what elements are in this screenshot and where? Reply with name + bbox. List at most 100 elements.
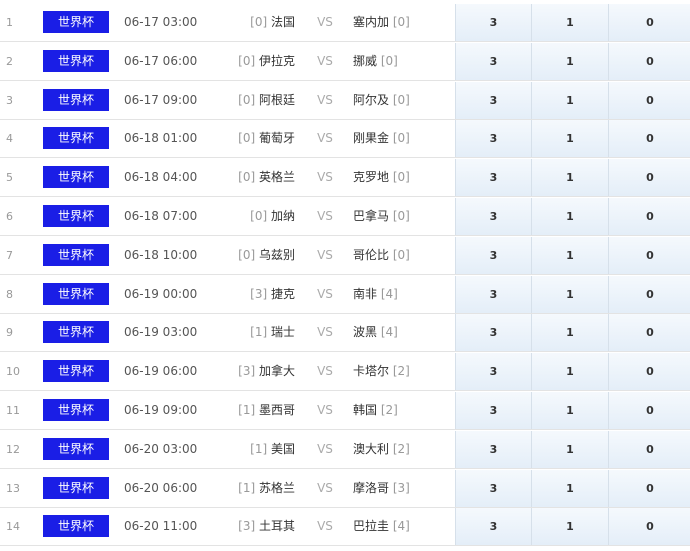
odd-win[interactable]: 3	[455, 314, 531, 352]
odd-lose[interactable]: 0	[608, 236, 690, 274]
vs-label: VS	[317, 15, 333, 29]
odd-draw[interactable]: 1	[531, 81, 608, 119]
match-time: 06-20 03:00	[124, 441, 198, 456]
odd-lose[interactable]: 0	[608, 392, 690, 429]
odd-draw[interactable]: 1	[531, 198, 608, 235]
away-team: 塞内加 [0]	[353, 4, 453, 41]
league-badge[interactable]: 世界杯	[43, 515, 109, 538]
odd-draw[interactable]: 1	[531, 236, 608, 274]
odd-win[interactable]: 3	[455, 508, 531, 546]
league-badge[interactable]: 世界杯	[43, 282, 109, 305]
odd-lose[interactable]: 0	[608, 275, 690, 313]
league-badge[interactable]: 世界杯	[43, 321, 109, 344]
vs-label: VS	[317, 441, 333, 456]
odd-win[interactable]: 3	[455, 469, 531, 507]
odd-win[interactable]: 3	[455, 4, 531, 41]
vs-label: VS	[317, 131, 333, 146]
home-team-name: 伊拉克	[258, 53, 295, 68]
home-team-name: 葡萄牙	[258, 131, 295, 146]
match-row: 13 世界杯 06-20 06:00 [1] 苏格兰 VS 摩洛哥 [3] 3 1 0	[0, 469, 690, 508]
away-team: 韩国 [2]	[353, 392, 453, 429]
odd-lose[interactable]: 0	[608, 81, 690, 119]
odd-win[interactable]: 3	[455, 275, 531, 313]
match-time: 06-19 09:00	[124, 403, 198, 417]
odd-lose[interactable]: 0	[608, 430, 690, 468]
odd-draw[interactable]: 1	[531, 275, 608, 313]
match-row: 11 世界杯 06-19 09:00 [1] 墨西哥 VS 韩国 [2] 3 1 0	[0, 392, 690, 430]
home-rank: [1]	[250, 325, 268, 340]
league-badge[interactable]: 世界杯	[43, 127, 109, 150]
match-row: 1 世界杯 06-17 03:00 [0] 法国 VS 塞内加 [0] 3 1 0	[0, 4, 690, 42]
home-rank: [0]	[238, 247, 256, 262]
league-badge[interactable]: 世界杯	[43, 360, 109, 383]
away-rank: [0]	[392, 92, 410, 107]
odd-draw[interactable]: 1	[531, 430, 608, 468]
home-team-name: 加纳	[270, 209, 295, 223]
odd-lose[interactable]: 0	[608, 4, 690, 41]
odd-draw[interactable]: 1	[531, 353, 608, 391]
away-team: 刚果金 [0]	[353, 120, 453, 157]
league-badge[interactable]: 世界杯	[43, 205, 109, 227]
league-badge[interactable]: 世界杯	[43, 399, 109, 421]
odd-draw[interactable]: 1	[531, 314, 608, 352]
odd-lose[interactable]: 0	[608, 120, 690, 158]
row-index: 6	[6, 210, 13, 223]
away-team-name: 摩洛哥	[353, 480, 390, 495]
league-badge[interactable]: 世界杯	[43, 476, 109, 499]
odd-lose[interactable]: 0	[608, 314, 690, 352]
odd-win[interactable]: 3	[455, 353, 531, 391]
odd-win[interactable]: 3	[455, 42, 531, 80]
odd-draw[interactable]: 1	[531, 42, 608, 80]
match-time: 06-17 03:00	[124, 15, 198, 29]
home-rank: [0]	[238, 53, 256, 68]
odd-win[interactable]: 3	[455, 236, 531, 274]
home-team: [0] 伊拉克	[205, 43, 295, 80]
league-badge[interactable]: 世界杯	[43, 49, 109, 72]
odd-lose[interactable]: 0	[608, 469, 690, 507]
home-team-name: 法国	[270, 15, 295, 29]
away-team: 澳大利 [2]	[353, 431, 453, 468]
odd-win[interactable]: 3	[455, 430, 531, 468]
away-rank: [2]	[392, 441, 410, 456]
odd-lose[interactable]: 0	[608, 353, 690, 391]
odd-draw[interactable]: 1	[531, 392, 608, 429]
odd-lose[interactable]: 0	[608, 42, 690, 80]
odd-lose[interactable]: 0	[608, 159, 690, 197]
row-index: 11	[6, 404, 20, 417]
away-team: 克罗地 [0]	[353, 159, 453, 196]
home-team-name: 乌兹别	[258, 247, 295, 262]
odd-lose[interactable]: 0	[608, 198, 690, 235]
home-team-name: 阿根廷	[258, 92, 295, 107]
home-team: [0] 阿根廷	[205, 82, 295, 119]
vs-label: VS	[317, 403, 333, 417]
league-badge[interactable]: 世界杯	[43, 88, 109, 111]
away-team: 巴拿马 [0]	[353, 198, 453, 235]
league-badge[interactable]: 世界杯	[43, 11, 109, 33]
odd-win[interactable]: 3	[455, 81, 531, 119]
away-team: 南非 [4]	[353, 276, 453, 313]
odd-draw[interactable]: 1	[531, 159, 608, 197]
odd-win[interactable]: 3	[455, 159, 531, 197]
row-index: 12	[6, 442, 20, 456]
league-badge[interactable]: 世界杯	[43, 243, 109, 266]
odd-draw[interactable]: 1	[531, 120, 608, 158]
league-badge[interactable]: 世界杯	[43, 166, 109, 189]
odd-draw[interactable]: 1	[531, 4, 608, 41]
odd-win[interactable]: 3	[455, 392, 531, 429]
away-rank: [3]	[392, 480, 410, 495]
odd-win[interactable]: 3	[455, 120, 531, 158]
home-team: [0] 乌兹别	[205, 237, 295, 274]
away-team-name: 巴拿马	[353, 209, 390, 223]
vs-label: VS	[317, 170, 333, 185]
match-row: 5 世界杯 06-18 04:00 [0] 英格兰 VS 克罗地 [0] 3 1 0	[0, 159, 690, 198]
odd-win[interactable]: 3	[455, 198, 531, 235]
away-team-name: 克罗地	[353, 170, 390, 185]
odd-draw[interactable]: 1	[531, 508, 608, 546]
odd-draw[interactable]: 1	[531, 469, 608, 507]
row-index: 1	[6, 16, 13, 29]
home-team-name: 捷克	[270, 286, 295, 301]
league-badge[interactable]: 世界杯	[43, 437, 109, 460]
away-team: 卡塔尔 [2]	[353, 353, 453, 390]
away-rank: [0]	[392, 170, 410, 185]
odd-lose[interactable]: 0	[608, 508, 690, 546]
